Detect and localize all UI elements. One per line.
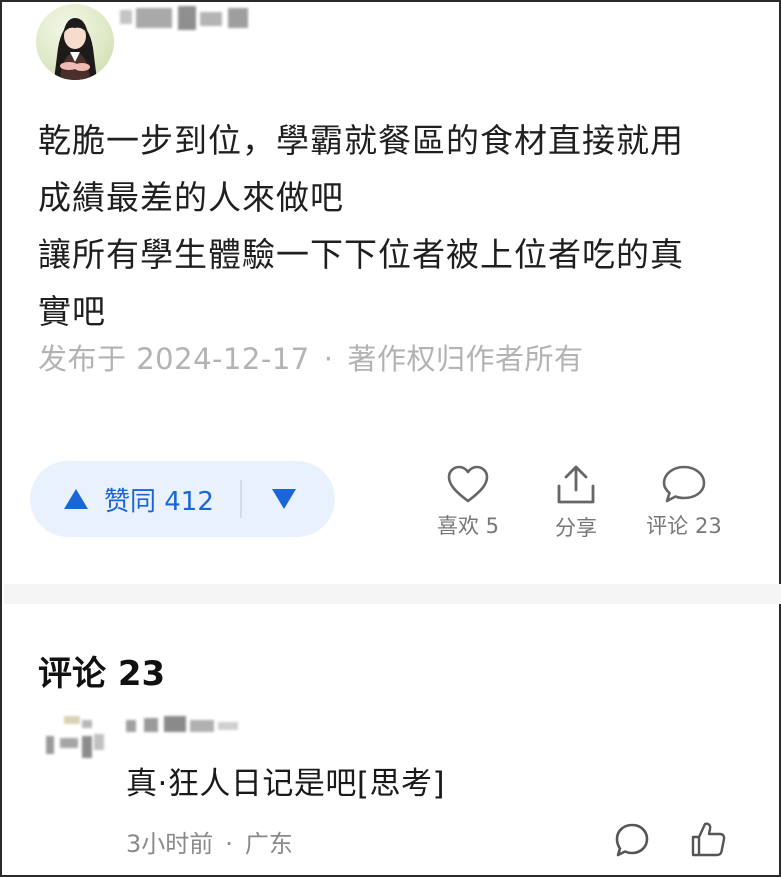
comments-heading: 评论 23 [38,654,166,694]
post-line-1: 乾脆一步到位，學霸就餐區的食材直接就用 [38,121,684,160]
comment-text: 真·狂人日记是吧[思考] [126,766,446,802]
comment-meta-separator: · [225,830,233,858]
post-line-4: 實吧 [38,292,106,331]
triangle-up-icon [64,489,88,509]
post-meta: 发布于 2024-12-17 · 著作权归作者所有 [38,336,584,378]
reply-bubble-icon[interactable] [614,822,650,858]
thumbs-up-icon[interactable] [690,820,726,858]
post-line-3: 讓所有學生體驗一下下位者被上位者吃的真 [38,235,684,274]
triangle-down-icon [271,489,296,509]
avatar-illustration [54,18,97,80]
comment-bubble-icon [662,465,706,503]
comment-meta: 3小时前 · 广东 [126,824,293,859]
publish-date: 发布于 2024-12-17 [38,342,310,376]
meta-separator: · [323,342,334,376]
commenter-avatar-redacted[interactable] [42,714,106,770]
heart-icon [447,465,489,503]
author-name-redacted[interactable] [120,6,250,32]
like-label: 喜欢 5 [436,514,500,538]
upvote-label: 赞同 412 [104,486,214,517]
downvote-button[interactable] [242,461,335,537]
vote-control: 赞同 412 [30,461,335,537]
author-avatar[interactable] [36,4,114,80]
copyright-notice: 著作权归作者所有 [347,342,584,376]
comment-location: 广东 [244,830,293,858]
answer-card: 乾脆一步到位，學霸就餐區的食材直接就用 成績最差的人來做吧 讓所有學生體驗一下下… [0,0,781,877]
comment-label: 评论 23 [646,514,722,538]
share-label: 分享 [555,516,597,540]
commenter-name-redacted[interactable] [126,714,246,736]
share-icon [557,465,595,504]
section-divider [4,584,781,604]
upvote-button[interactable]: 赞同 412 [30,461,240,537]
share-button[interactable]: 分享 [526,464,626,542]
comment-button[interactable]: 评论 23 [634,464,734,540]
post-content: 乾脆一步到位，學霸就餐區的食材直接就用 成績最差的人來做吧 讓所有學生體驗一下下… [38,112,758,340]
post-line-2: 成績最差的人來做吧 [38,178,344,217]
like-button[interactable]: 喜欢 5 [418,464,518,540]
comment-time: 3小时前 [126,830,214,858]
